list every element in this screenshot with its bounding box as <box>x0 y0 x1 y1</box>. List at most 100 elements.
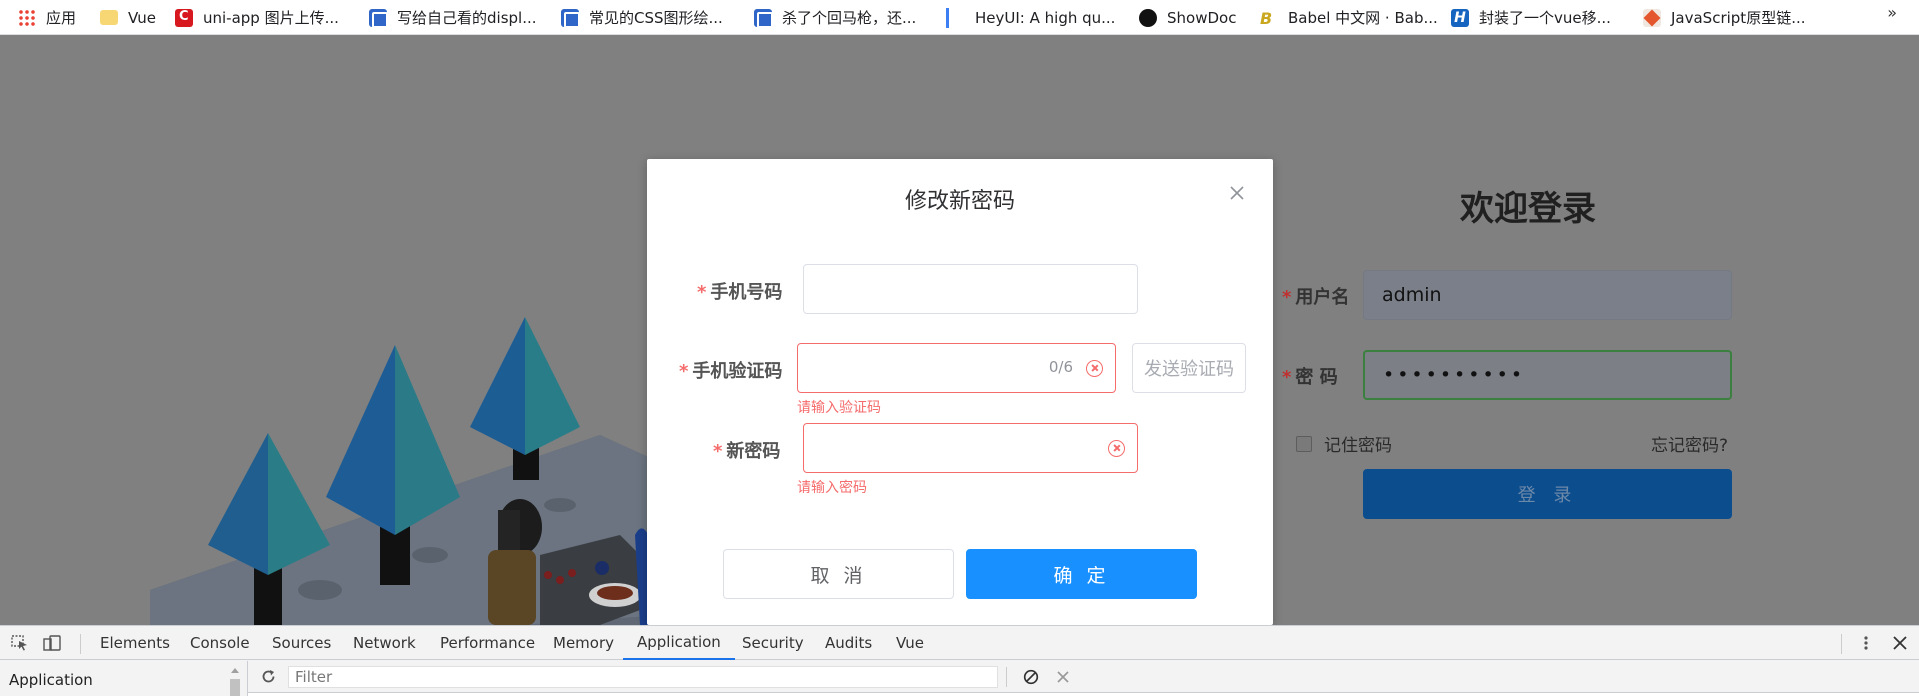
code-label: * 手机验证码 <box>679 357 782 383</box>
change-password-dialog: 修改新密码 * 手机号码 * 手机验证码 0/6 发送验证码 请输入验证码 * 新密码… <box>647 159 1273 625</box>
close-devtools-icon[interactable] <box>1891 635 1909 651</box>
bookmark-label: 封装了一个vue移... <box>1479 9 1611 27</box>
page-overlay: 欢迎登录 * 用户名 admin * 密 码 •••••••••• 记住密码 忘记密… <box>0 35 1919 625</box>
bookmark-label: 杀了个回马枪，还... <box>782 9 917 27</box>
verification-code-input[interactable]: 0/6 <box>797 343 1116 393</box>
bookmark-label: uni-app 图片上传... <box>203 9 339 27</box>
scrollbar[interactable] <box>228 665 242 696</box>
js-icon <box>1643 8 1661 27</box>
folder-icon <box>100 10 118 25</box>
new-password-error-message: 请输入密码 <box>797 480 867 496</box>
remember-password[interactable]: 记住密码 <box>1296 431 1392 456</box>
inspect-element-icon[interactable] <box>11 635 29 651</box>
required-mark: * <box>679 361 689 382</box>
login-title: 欢迎登录 <box>1460 189 1596 229</box>
devtools-content: Application Filter <box>0 661 1919 696</box>
username-input[interactable]: admin <box>1363 270 1732 320</box>
device-toolbar-icon[interactable] <box>43 635 61 651</box>
tab-performance[interactable]: Performance <box>440 626 535 660</box>
bookmarks-overflow-button[interactable]: » <box>1887 3 1897 22</box>
blog-icon <box>561 8 580 28</box>
bookmark-label: JavaScript原型链... <box>1671 9 1806 27</box>
bookmarks-bar: 应用 Vue uni-app 图片上传... 写给自己看的displ... 常见… <box>0 0 1919 35</box>
password-input[interactable]: •••••••••• <box>1363 350 1732 400</box>
new-password-label-text: 新密码 <box>726 441 781 462</box>
bookmark-babel[interactable]: B Babel 中文网 · Bab... <box>1260 0 1438 35</box>
h-icon: H <box>1451 8 1469 27</box>
phone-label: * 手机号码 <box>697 278 782 304</box>
sidebar-title: Application <box>9 671 93 689</box>
bookmark-js-prototype[interactable]: JavaScript原型链... <box>1643 0 1806 35</box>
code-error-message: 请输入验证码 <box>797 400 881 416</box>
remember-label: 记住密码 <box>1324 436 1392 456</box>
refresh-icon[interactable] <box>260 668 277 685</box>
tab-sources[interactable]: Sources <box>272 626 331 660</box>
close-icon[interactable] <box>1229 185 1245 201</box>
more-options-icon[interactable] <box>1857 635 1875 651</box>
bookmark-label: HeyUI: A high qu... <box>975 8 1116 27</box>
confirm-button[interactable]: 确 定 <box>966 549 1197 599</box>
showdoc-icon <box>1139 8 1157 27</box>
username-label: * 用户名 <box>1282 283 1349 309</box>
forgot-password-link[interactable]: 忘记密码? <box>1651 431 1728 456</box>
tab-application[interactable]: Application <box>623 626 735 660</box>
tab-security[interactable]: Security <box>742 626 804 660</box>
heyui-icon <box>946 7 949 28</box>
bookmark-label: Babel 中文网 · Bab... <box>1288 9 1438 27</box>
bookmark-apps[interactable]: 应用 <box>18 0 76 35</box>
username-label-text: 用户名 <box>1295 287 1350 308</box>
csdn-icon <box>175 8 193 27</box>
bookmark-display[interactable]: 写给自己看的displ... <box>369 0 537 35</box>
bookmark-label: ShowDoc <box>1167 8 1237 27</box>
bookmark-css-shapes[interactable]: 常见的CSS图形绘... <box>561 0 723 35</box>
delete-selected-icon[interactable] <box>1056 670 1070 684</box>
filter-toolbar: Filter <box>248 661 1919 693</box>
divider <box>80 634 81 654</box>
bookmark-showdoc[interactable]: ShowDoc <box>1139 0 1236 35</box>
phone-input[interactable] <box>803 264 1138 314</box>
new-password-input[interactable] <box>803 423 1138 473</box>
devtools-panel: Elements Console Sources Network Perform… <box>0 625 1919 696</box>
remember-checkbox[interactable] <box>1296 435 1312 452</box>
babel-icon: B <box>1260 8 1273 28</box>
tab-network[interactable]: Network <box>353 626 416 660</box>
bookmark-vue[interactable]: Vue <box>100 0 156 35</box>
required-mark: * <box>697 282 707 303</box>
filter-input[interactable]: Filter <box>288 666 998 688</box>
bookmark-label: 常见的CSS图形绘... <box>589 9 723 27</box>
tab-elements[interactable]: Elements <box>100 626 170 660</box>
char-counter: 0/6 <box>1048 358 1073 376</box>
bookmark-heyui[interactable]: HeyUI: A high qu... <box>946 0 1115 35</box>
phone-label-text: 手机号码 <box>710 282 783 303</box>
blog-icon <box>369 8 388 28</box>
bookmark-label: Vue <box>128 8 156 27</box>
required-mark: * <box>713 441 723 462</box>
tab-audits[interactable]: Audits <box>825 626 872 660</box>
dialog-title: 修改新密码 <box>904 189 1015 214</box>
bookmark-label: 写给自己看的displ... <box>397 9 537 27</box>
clear-all-icon[interactable] <box>1023 669 1039 685</box>
blog-icon <box>754 8 773 28</box>
bookmark-uniapp[interactable]: uni-app 图片上传... <box>175 0 339 35</box>
devtools-tabbar: Elements Console Sources Network Perform… <box>0 626 1919 660</box>
apps-grid-icon <box>18 8 36 27</box>
bookmark-vue-mobile[interactable]: H 封装了一个vue移... <box>1451 0 1611 35</box>
divider <box>1006 667 1007 687</box>
password-label-text: 密 码 <box>1295 367 1338 388</box>
clear-icon[interactable] <box>1108 440 1125 457</box>
divider <box>1841 634 1842 654</box>
login-button[interactable]: 登 录 <box>1363 469 1732 519</box>
send-code-button[interactable]: 发送验证码 <box>1132 343 1246 393</box>
password-label: * 密 码 <box>1282 363 1338 389</box>
required-mark: * <box>1282 287 1292 308</box>
tab-memory[interactable]: Memory <box>553 626 614 660</box>
clear-icon[interactable] <box>1086 360 1103 377</box>
cancel-button[interactable]: 取 消 <box>723 549 954 599</box>
tab-console[interactable]: Console <box>190 626 250 660</box>
bookmark-label: 应用 <box>46 9 77 27</box>
required-mark: * <box>1282 367 1292 388</box>
new-password-label: * 新密码 <box>713 437 780 463</box>
tab-vue[interactable]: Vue <box>896 626 924 660</box>
bookmark-huimaqiang[interactable]: 杀了个回马枪，还... <box>754 0 916 35</box>
code-label-text: 手机验证码 <box>692 361 783 382</box>
